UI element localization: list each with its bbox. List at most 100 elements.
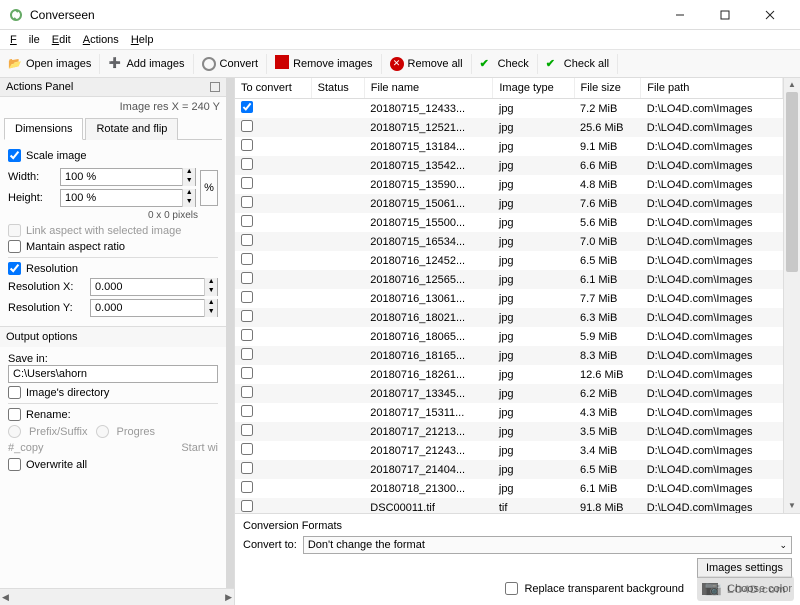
row-filename: DSC00011.tif <box>364 498 493 513</box>
table-row[interactable]: 20180717_21243...jpg3.4 MiBD:\LO4D.com\I… <box>235 441 783 460</box>
row-checkbox[interactable] <box>241 215 253 227</box>
replace-bg-checkbox[interactable] <box>505 582 518 595</box>
open-images-button[interactable]: Open images <box>0 54 100 74</box>
spin-up-icon[interactable]: ▲ <box>183 189 195 198</box>
col-size[interactable]: File size <box>574 78 641 99</box>
row-checkbox[interactable] <box>241 253 253 265</box>
minimize-button[interactable] <box>657 1 702 29</box>
menu-help[interactable]: Help <box>125 32 160 48</box>
row-checkbox[interactable] <box>241 120 253 132</box>
table-row[interactable]: 20180716_18165...jpg8.3 MiBD:\LO4D.com\I… <box>235 346 783 365</box>
remove-images-button[interactable]: Remove images <box>267 54 381 74</box>
resolution-checkbox[interactable] <box>8 262 21 275</box>
table-row[interactable]: 20180715_12521...jpg25.6 MiBD:\LO4D.com\… <box>235 118 783 137</box>
row-checkbox[interactable] <box>241 272 253 284</box>
sidebar-scrollbar[interactable] <box>226 78 234 588</box>
table-row[interactable]: 20180717_15311...jpg4.3 MiBD:\LO4D.com\I… <box>235 403 783 422</box>
scrollbar-thumb[interactable] <box>786 92 798 272</box>
table-row[interactable]: 20180717_21404...jpg6.5 MiBD:\LO4D.com\I… <box>235 460 783 479</box>
row-checkbox[interactable] <box>241 196 253 208</box>
row-path: D:\LO4D.com\Images <box>641 346 783 365</box>
row-checkbox[interactable] <box>241 500 253 512</box>
savein-input[interactable] <box>8 365 218 383</box>
table-row[interactable]: 20180717_13345...jpg6.2 MiBD:\LO4D.com\I… <box>235 384 783 403</box>
row-checkbox[interactable] <box>241 443 253 455</box>
row-checkbox[interactable] <box>241 329 253 341</box>
folder-icon <box>8 57 22 71</box>
table-row[interactable]: 20180716_12565...jpg6.1 MiBD:\LO4D.com\I… <box>235 270 783 289</box>
row-filename: 20180717_13345... <box>364 384 493 403</box>
resy-input[interactable]: ▲▼ <box>90 299 218 317</box>
menu-file[interactable]: File <box>4 32 46 48</box>
file-table[interactable]: To convert Status File name Image type F… <box>235 78 783 513</box>
row-type: jpg <box>493 175 574 194</box>
check-button[interactable]: ✔Check <box>472 54 538 74</box>
spin-down-icon[interactable]: ▼ <box>183 177 195 186</box>
row-checkbox[interactable] <box>241 101 253 113</box>
spin-down-icon[interactable]: ▼ <box>183 198 195 207</box>
scroll-up-icon[interactable]: ▲ <box>784 78 800 92</box>
maintain-aspect-label: Mantain aspect ratio <box>26 241 125 253</box>
col-type[interactable]: Image type <box>493 78 574 99</box>
add-images-button[interactable]: Add images <box>100 54 193 74</box>
table-row[interactable]: 20180716_18065...jpg5.9 MiBD:\LO4D.com\I… <box>235 327 783 346</box>
table-row[interactable]: 20180717_21213...jpg3.5 MiBD:\LO4D.com\I… <box>235 422 783 441</box>
unit-toggle[interactable]: % <box>200 170 218 206</box>
images-settings-button[interactable]: Images settings <box>697 558 792 578</box>
remove-all-button[interactable]: ✕Remove all <box>382 54 472 74</box>
row-checkbox[interactable] <box>241 405 253 417</box>
menu-actions[interactable]: Actions <box>77 32 125 48</box>
rename-checkbox[interactable] <box>8 408 21 421</box>
col-path[interactable]: File path <box>641 78 783 99</box>
maintain-aspect-checkbox[interactable] <box>8 240 21 253</box>
undock-icon[interactable] <box>210 82 220 92</box>
row-checkbox[interactable] <box>241 481 253 493</box>
images-directory-checkbox[interactable] <box>8 386 21 399</box>
scale-image-checkbox[interactable] <box>8 149 21 162</box>
col-to-convert[interactable]: To convert <box>235 78 311 99</box>
overwrite-checkbox[interactable] <box>8 458 21 471</box>
table-row[interactable]: 20180715_16534...jpg7.0 MiBD:\LO4D.com\I… <box>235 232 783 251</box>
sidebar-hscroll[interactable]: ◀▶ <box>0 588 234 605</box>
row-checkbox[interactable] <box>241 386 253 398</box>
row-checkbox[interactable] <box>241 158 253 170</box>
maximize-button[interactable] <box>702 1 747 29</box>
height-input[interactable]: ▲▼ <box>60 189 196 207</box>
check-all-button[interactable]: ✔Check all <box>538 54 618 74</box>
table-row[interactable]: DSC00011.tiftif91.8 MiBD:\LO4D.com\Image… <box>235 498 783 513</box>
table-row[interactable]: 20180715_15061...jpg7.6 MiBD:\LO4D.com\I… <box>235 194 783 213</box>
table-row[interactable]: 20180715_13542...jpg6.6 MiBD:\LO4D.com\I… <box>235 156 783 175</box>
col-status[interactable]: Status <box>311 78 364 99</box>
scroll-down-icon[interactable]: ▼ <box>784 499 800 513</box>
table-row[interactable]: 20180716_18261...jpg12.6 MiBD:\LO4D.com\… <box>235 365 783 384</box>
row-checkbox[interactable] <box>241 348 253 360</box>
row-checkbox[interactable] <box>241 424 253 436</box>
row-checkbox[interactable] <box>241 234 253 246</box>
table-row[interactable]: 20180716_13061...jpg7.7 MiBD:\LO4D.com\I… <box>235 289 783 308</box>
table-row[interactable]: 20180715_13590...jpg4.8 MiBD:\LO4D.com\I… <box>235 175 783 194</box>
table-row[interactable]: 20180716_18021...jpg6.3 MiBD:\LO4D.com\I… <box>235 308 783 327</box>
convert-button[interactable]: Convert <box>194 54 268 74</box>
table-row[interactable]: 20180715_13184...jpg9.1 MiBD:\LO4D.com\I… <box>235 137 783 156</box>
vertical-scrollbar[interactable]: ▲ ▼ <box>783 78 800 513</box>
row-checkbox[interactable] <box>241 367 253 379</box>
width-input[interactable]: ▲▼ <box>60 168 196 186</box>
table-row[interactable]: 20180715_12433...jpg7.2 MiBD:\LO4D.com\I… <box>235 99 783 119</box>
table-row[interactable]: 20180716_12452...jpg6.5 MiBD:\LO4D.com\I… <box>235 251 783 270</box>
tab-rotate-flip[interactable]: Rotate and flip <box>85 118 178 140</box>
tab-dimensions[interactable]: Dimensions <box>4 118 83 140</box>
menu-edit[interactable]: Edit <box>46 32 77 48</box>
row-checkbox[interactable] <box>241 177 253 189</box>
row-size: 7.7 MiB <box>574 289 641 308</box>
row-checkbox[interactable] <box>241 139 253 151</box>
spin-up-icon[interactable]: ▲ <box>183 168 195 177</box>
row-checkbox[interactable] <box>241 462 253 474</box>
table-row[interactable]: 20180718_21300...jpg6.1 MiBD:\LO4D.com\I… <box>235 479 783 498</box>
col-filename[interactable]: File name <box>364 78 493 99</box>
resx-input[interactable]: ▲▼ <box>90 278 218 296</box>
row-checkbox[interactable] <box>241 310 253 322</box>
format-dropdown[interactable]: Don't change the format ⌄ <box>303 536 792 554</box>
table-row[interactable]: 20180715_15500...jpg5.6 MiBD:\LO4D.com\I… <box>235 213 783 232</box>
close-button[interactable] <box>747 1 792 29</box>
row-checkbox[interactable] <box>241 291 253 303</box>
